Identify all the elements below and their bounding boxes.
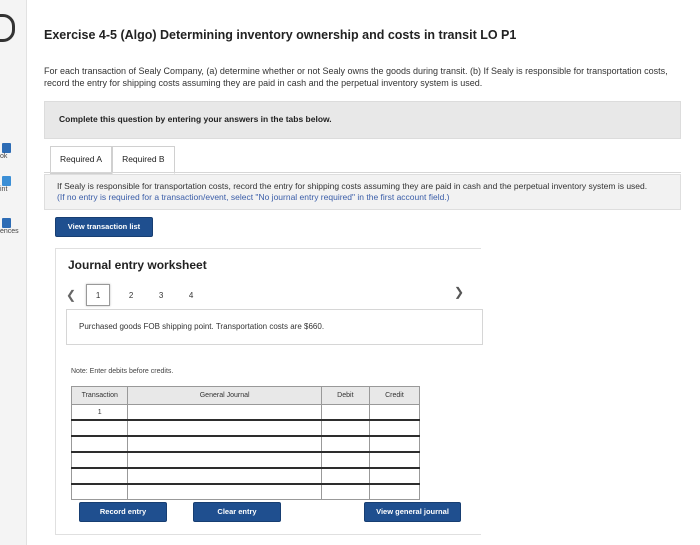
- table-row: 1: [70, 404, 421, 421]
- required-b-main: If Sealy is responsible for transportati…: [57, 181, 648, 191]
- debit-input[interactable]: [320, 483, 370, 500]
- page-3[interactable]: 3: [146, 291, 176, 300]
- credit-input[interactable]: [368, 435, 421, 453]
- table-row: [70, 419, 421, 437]
- sidebar-item-label: ences: [0, 228, 19, 235]
- transaction-cell: [70, 451, 129, 469]
- transaction-cell: [70, 467, 129, 485]
- tab-bar: Required A Required B: [50, 146, 175, 174]
- tab-required-a[interactable]: Required A: [50, 146, 113, 174]
- transaction-cell: [70, 483, 129, 500]
- account-input[interactable]: [127, 483, 322, 500]
- print-icon: [2, 176, 11, 186]
- account-input[interactable]: [127, 404, 322, 421]
- instructions-text: Complete this question by entering your …: [59, 114, 332, 124]
- chevron-left-icon[interactable]: ❮: [66, 288, 76, 302]
- credit-input[interactable]: [368, 467, 421, 485]
- clear-entry-button[interactable]: Clear entry: [193, 502, 281, 522]
- debit-input[interactable]: [320, 419, 370, 437]
- credit-input[interactable]: [368, 419, 421, 437]
- debit-input[interactable]: [320, 435, 370, 453]
- chevron-right-icon[interactable]: ❯: [454, 285, 464, 299]
- sidebar-item-label: int: [0, 186, 8, 193]
- col-credit: Credit: [368, 386, 421, 405]
- sidebar-item-ebook[interactable]: ok: [0, 143, 26, 160]
- required-b-text: If Sealy is responsible for transportati…: [57, 181, 657, 203]
- transaction-description: Purchased goods FOB shipping point. Tran…: [66, 309, 483, 345]
- account-input[interactable]: [127, 435, 322, 453]
- entry-note: Note: Enter debits before credits.: [71, 368, 174, 375]
- left-sidebar: ok int ences: [0, 0, 27, 545]
- account-input[interactable]: [127, 451, 322, 469]
- table-row: [70, 435, 421, 453]
- credit-input[interactable]: [368, 451, 421, 469]
- view-general-journal-button[interactable]: View general journal: [364, 502, 461, 522]
- page-1[interactable]: 1: [86, 284, 111, 306]
- required-b-prompt: If Sealy is responsible for transportati…: [44, 174, 681, 210]
- worksheet-pager: ❮ 1 2 3 4: [66, 283, 206, 307]
- table-row: [70, 451, 421, 469]
- tab-required-b[interactable]: Required B: [112, 146, 175, 174]
- debit-input[interactable]: [320, 404, 370, 421]
- tab-divider: [44, 172, 681, 173]
- worksheet-title: Journal entry worksheet: [68, 258, 207, 272]
- sidebar-item-label: ok: [0, 153, 8, 160]
- record-entry-button[interactable]: Record entry: [79, 502, 167, 522]
- exercise-intro: For each transaction of Sealy Company, (…: [44, 66, 668, 88]
- sidebar-item-print[interactable]: int: [0, 176, 26, 193]
- book-icon: [2, 143, 11, 153]
- transaction-description-text: Purchased goods FOB shipping point. Tran…: [79, 322, 325, 331]
- required-b-hint: (If no entry is required for a transacti…: [57, 192, 450, 202]
- transaction-cell: [70, 435, 129, 453]
- exercise-title: Exercise 4-5 (Algo) Determining inventor…: [44, 28, 517, 42]
- col-debit: Debit: [320, 386, 370, 405]
- table-row: [70, 467, 421, 485]
- account-input[interactable]: [127, 419, 322, 437]
- debit-input[interactable]: [320, 451, 370, 469]
- credit-input[interactable]: [368, 404, 421, 421]
- account-input[interactable]: [127, 467, 322, 485]
- view-transaction-list-button[interactable]: View transaction list: [55, 217, 153, 237]
- journal-table: Transaction General Journal Debit Credit…: [70, 386, 421, 500]
- page-2[interactable]: 2: [116, 291, 146, 300]
- instructions-bar: Complete this question by entering your …: [44, 101, 681, 139]
- col-transaction: Transaction: [70, 386, 129, 405]
- transaction-cell: [70, 419, 129, 437]
- table-row: [70, 483, 421, 500]
- corner-bracket: [0, 14, 15, 42]
- col-general-journal: General Journal: [127, 386, 322, 405]
- debit-input[interactable]: [320, 467, 370, 485]
- page-4[interactable]: 4: [176, 291, 206, 300]
- transaction-cell: 1: [70, 404, 129, 421]
- sidebar-item-references[interactable]: ences: [0, 218, 26, 235]
- references-icon: [2, 218, 11, 228]
- credit-input[interactable]: [368, 483, 421, 500]
